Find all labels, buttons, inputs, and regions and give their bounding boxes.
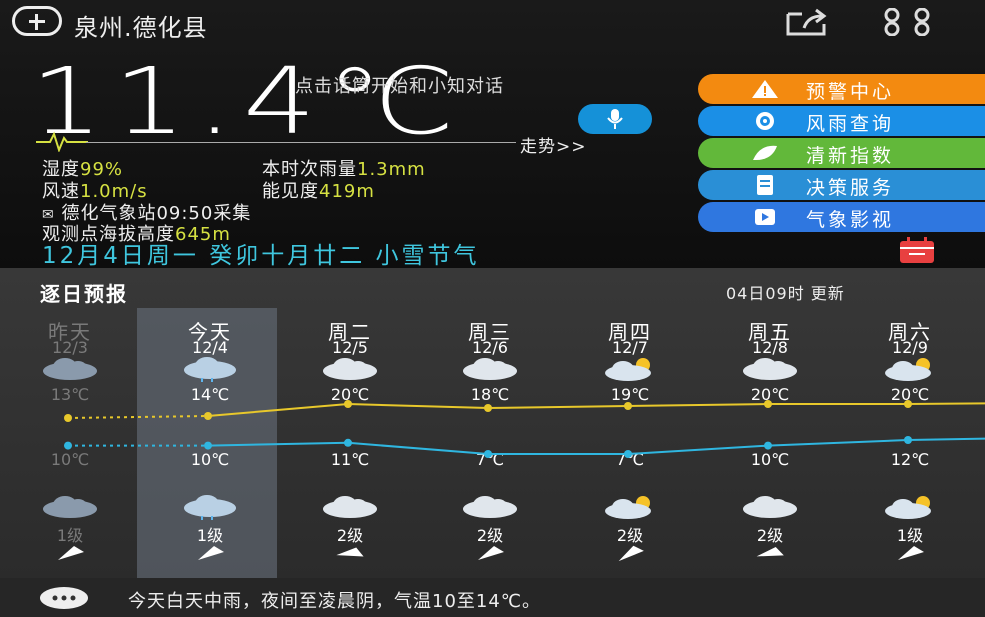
city-name[interactable]: 泉州.德化县 [74,8,208,43]
high-line-past-segment [67,415,209,419]
trend-link[interactable]: 走势>> [520,132,587,157]
divider [86,142,516,143]
low-line-point [904,436,912,444]
pulse-icon [36,131,88,152]
share-icon[interactable] [784,8,832,36]
visibility-row: 能见度419m [262,177,375,203]
summary-bar: 今天白天中雨，夜间至凌晨阴，气温10至14℃。 [0,578,985,617]
menu-button-4[interactable]: 气象影视 [698,202,985,232]
current-temperature: 11.4℃ [30,48,466,155]
low-line-point [344,438,352,447]
menu-button-3[interactable]: 决策服务 [698,170,985,200]
menu-button-2[interactable]: 清新指数 [698,138,985,168]
menu-label: 预警中心 [806,81,895,103]
chat-bubble-icon [40,587,88,609]
high-line-point [484,404,492,412]
talk-hint: 点击话筒开始和小知对话 [295,76,504,97]
low-line-point [64,441,72,450]
high-line-point [904,400,912,408]
low-line-point [484,450,492,458]
high-line-point [624,402,632,410]
menu-label: 气象影视 [806,209,895,231]
high-line-point [344,400,352,408]
high-line-point [204,412,212,420]
temperature-chart [64,400,985,458]
radar-icon [756,112,774,130]
video-icon [755,209,775,225]
menu-label: 风雨查询 [806,113,895,135]
high-line-point [764,400,772,408]
visibility-value: 419m [319,181,375,202]
menu-button-1[interactable]: 风雨查询 [698,106,985,136]
add-city-button[interactable] [12,6,62,36]
menu-button-0[interactable]: 预警中心 [698,74,985,104]
low-line [207,437,985,455]
calendar-icon[interactable] [898,236,936,264]
leaf-icon [753,145,777,160]
weather-summary: 今天白天中雨，夜间至凌晨阴，气温10至14℃。 [128,591,542,612]
menu-label: 清新指数 [806,145,895,167]
low-line-point [764,441,772,450]
warning-icon [752,80,778,98]
date-line: 12月4日周一 癸卯十月廿二 小雪节气 [42,243,480,269]
low-line-point [624,450,632,458]
current-weather-panel: 泉州.德化县 11.4℃ 点击话筒开始和小知对话 走势>> 湿度99% 本时次雨… [0,0,985,269]
microphone-button[interactable] [578,104,652,134]
grid-icon[interactable] [878,8,938,36]
visibility-label: 能见度 [262,181,319,202]
high-line-point [64,414,72,422]
menu-label: 决策服务 [806,177,895,199]
high-line [207,402,985,417]
microphone-icon [607,109,623,129]
document-icon [757,175,773,195]
low-line-point [204,441,212,450]
